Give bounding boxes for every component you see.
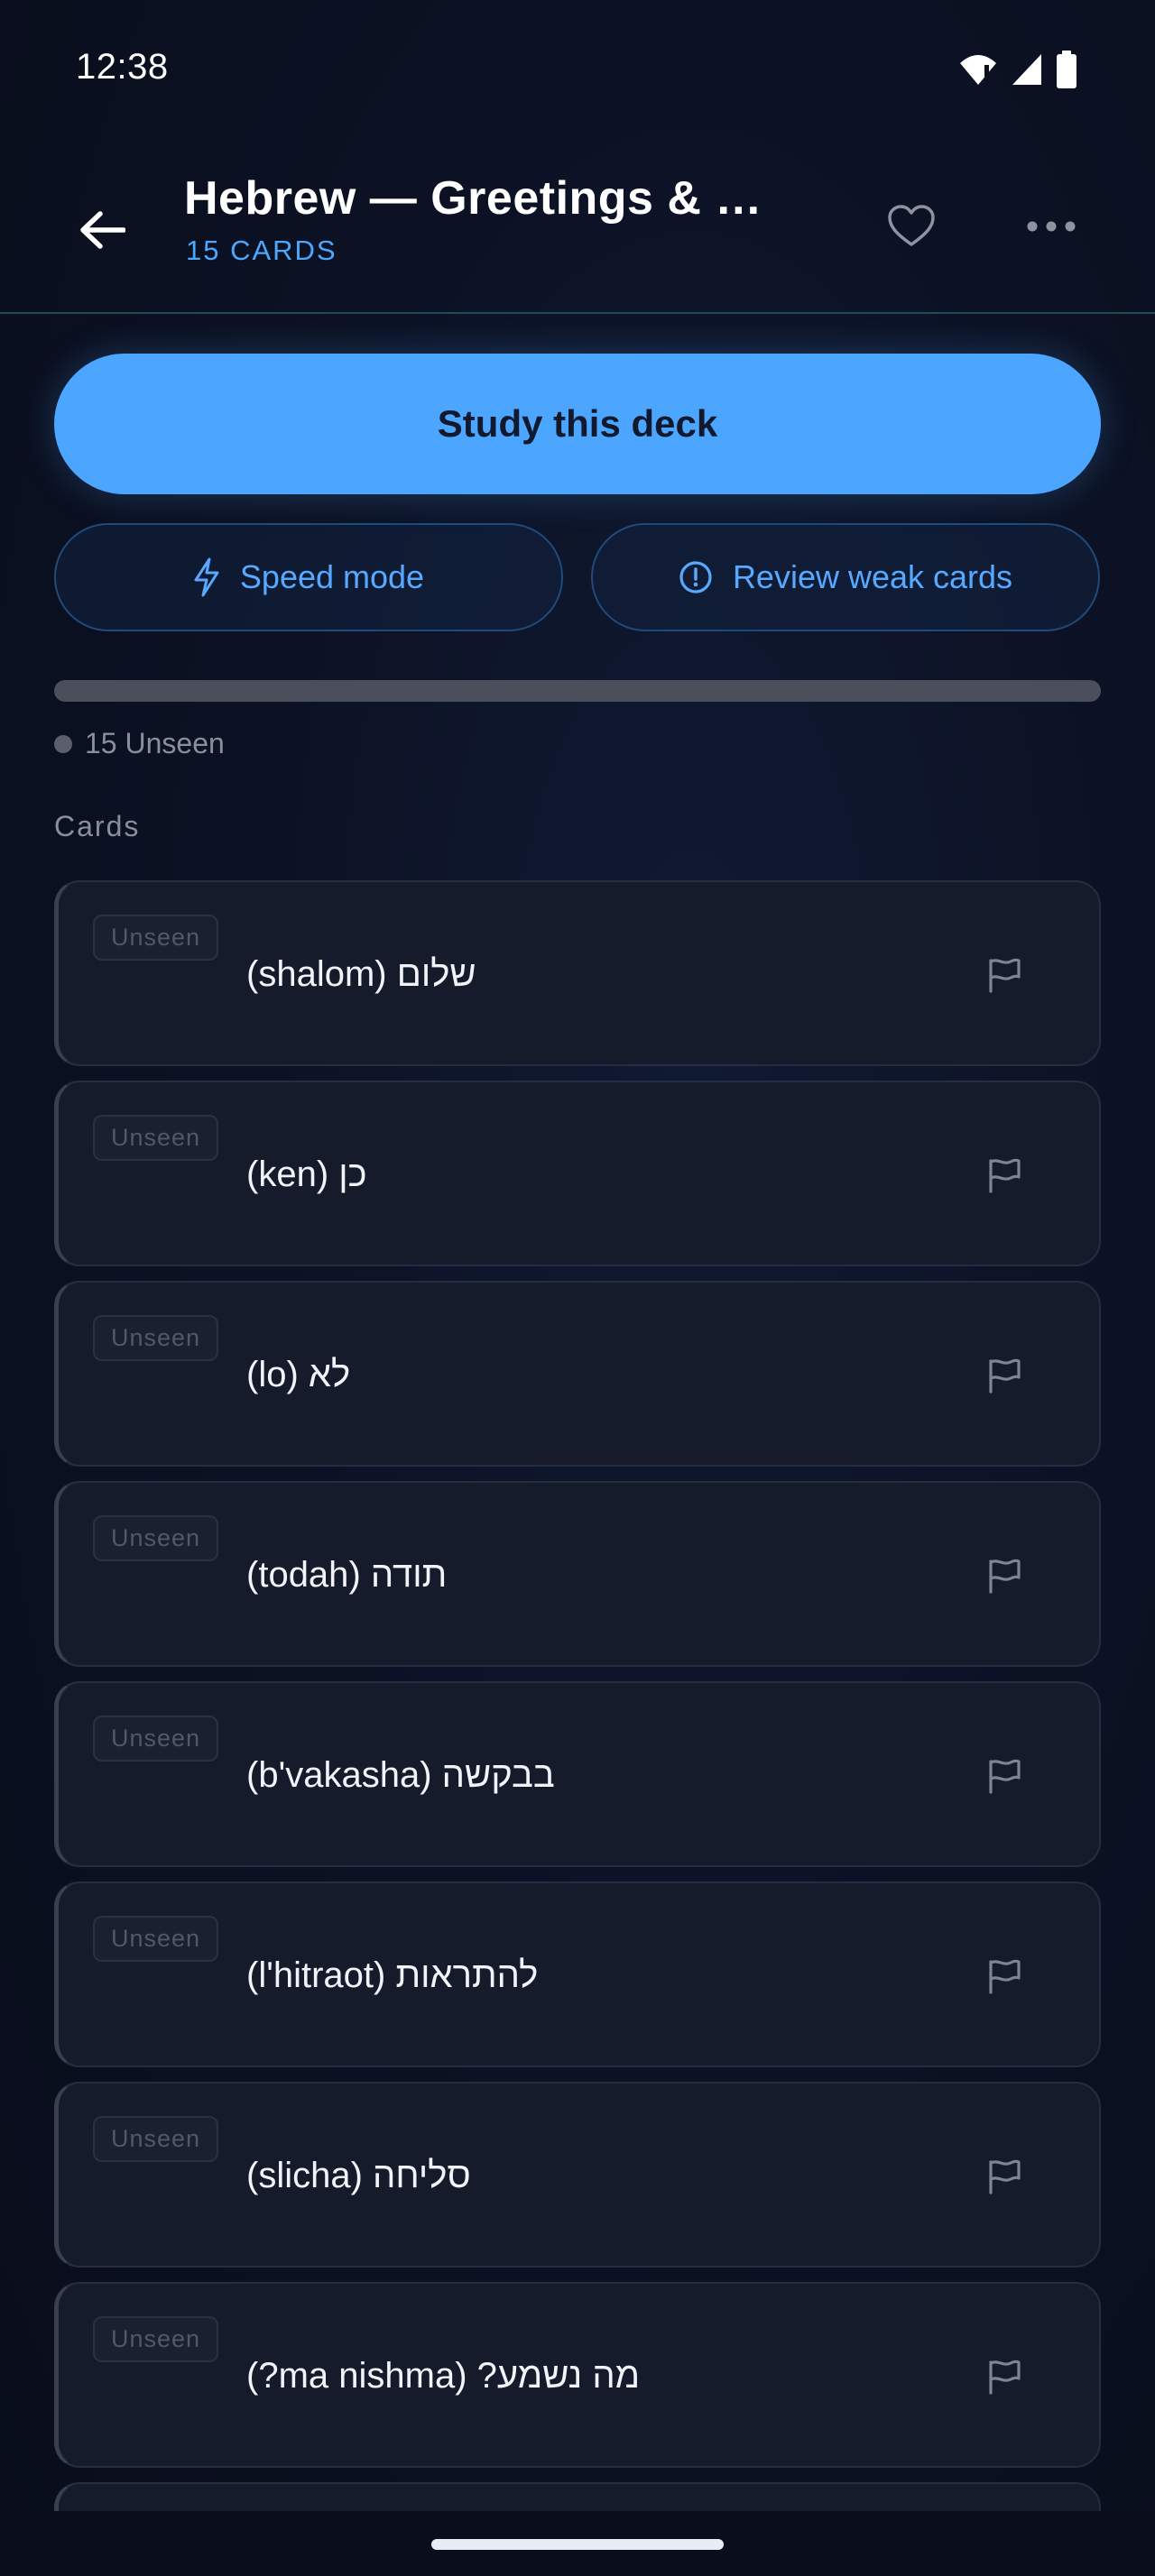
card-status-badge: Unseen <box>93 2316 219 2362</box>
card-term: בבקשה (b'vakasha) <box>246 1755 555 1795</box>
card-term: מה נשמע? (ma nishma?) <box>246 2356 641 2396</box>
arrow-left-icon <box>80 211 125 249</box>
card-term: שלום (shalom) <box>246 954 476 994</box>
card-term: להתראות (l'hitraot) <box>246 1955 539 1995</box>
study-deck-label: Study this deck <box>437 402 718 445</box>
flag-card-button[interactable] <box>982 2354 1027 2399</box>
alert-circle-icon <box>679 561 712 593</box>
study-deck-button[interactable]: Study this deck <box>54 354 1101 494</box>
flag-card-button[interactable] <box>982 1954 1027 1999</box>
status-time: 12:38 <box>76 47 169 87</box>
card-list-item[interactable]: Unseen שלום (shalom) <box>54 880 1101 1066</box>
card-list-item[interactable]: Unseen מה נשמע? (ma nishma?) <box>54 2282 1101 2468</box>
status-bar: 12:38 <box>0 0 1155 135</box>
speed-mode-button[interactable]: Speed mode <box>54 523 563 631</box>
card-list-item[interactable]: Unseen תודה (todah) <box>54 1481 1101 1667</box>
unseen-legend-dot <box>54 734 72 753</box>
deck-detail-screen: 12:38 Hebrew — Greetings & … 15 CARDS St… <box>0 0 1155 2576</box>
card-status-badge: Unseen <box>93 1515 219 1561</box>
card-term: סליחה (slicha) <box>246 2156 471 2195</box>
flag-icon <box>989 1358 1021 1394</box>
battery-icon <box>1056 51 1077 93</box>
flag-card-button[interactable] <box>982 1553 1027 1598</box>
cards-section-label: Cards <box>54 810 141 842</box>
card-term: תודה (todah) <box>246 1555 448 1595</box>
unseen-legend-label: 15 Unseen <box>85 727 225 759</box>
card-status-badge: Unseen <box>93 1716 219 1762</box>
flag-icon <box>989 2159 1021 2194</box>
more-horizontal-icon <box>1027 221 1076 232</box>
review-weak-cards-label: Review weak cards <box>732 558 1013 595</box>
flag-icon <box>989 2360 1021 2395</box>
flag-icon <box>989 1959 1021 1994</box>
flag-icon <box>989 1158 1021 1193</box>
card-status-badge: Unseen <box>93 915 219 961</box>
flag-card-button[interactable] <box>982 952 1027 998</box>
flag-card-button[interactable] <box>982 2154 1027 2199</box>
deck-card-count: 15 CARDS <box>186 235 337 266</box>
review-weak-cards-button[interactable]: Review weak cards <box>591 523 1100 631</box>
card-list-item[interactable]: Unseen לא (lo) <box>54 1281 1101 1467</box>
deck-title: Hebrew — Greetings & … <box>184 172 762 225</box>
signal-icon <box>1011 52 1043 91</box>
app-header: Hebrew — Greetings & … 15 CARDS <box>0 135 1155 314</box>
wifi-alert-icon <box>958 52 998 91</box>
flag-card-button[interactable] <box>982 1753 1027 1799</box>
flag-icon <box>989 958 1021 993</box>
deck-progress-bar <box>54 680 1101 702</box>
card-status-badge: Unseen <box>93 1916 219 1962</box>
flag-icon <box>989 1559 1021 1594</box>
speed-mode-label: Speed mode <box>239 558 425 595</box>
card-status-badge: Unseen <box>93 1315 219 1361</box>
card-list: Unseen שלום (shalom) Unseen כן (ken) Unseen ל… <box>54 880 1101 2482</box>
flag-card-button[interactable] <box>982 1353 1027 1398</box>
card-list-item[interactable]: Unseen בבקשה (b'vakasha) <box>54 1681 1101 1867</box>
lightning-icon <box>194 557 219 597</box>
card-status-badge: Unseen <box>93 2116 219 2162</box>
card-list-item[interactable]: Unseen סליחה (slicha) <box>54 2082 1101 2268</box>
flag-icon <box>989 1759 1021 1794</box>
card-list-item[interactable]: Unseen כן (ken) <box>54 1081 1101 1266</box>
card-list-item[interactable]: Unseen להתראות (l'hitraot) <box>54 1881 1101 2067</box>
card-term: לא (lo) <box>246 1355 351 1394</box>
card-term: כן (ken) <box>246 1155 367 1194</box>
more-options-button[interactable] <box>1020 195 1083 258</box>
card-status-badge: Unseen <box>93 1115 219 1161</box>
progress-legend: 15 Unseen <box>54 727 225 760</box>
back-button[interactable] <box>70 198 134 262</box>
favorite-button[interactable] <box>880 195 943 258</box>
home-indicator[interactable] <box>431 2539 724 2550</box>
heart-outline-icon <box>888 205 935 246</box>
status-icons <box>958 51 1077 93</box>
flag-card-button[interactable] <box>982 1153 1027 1198</box>
